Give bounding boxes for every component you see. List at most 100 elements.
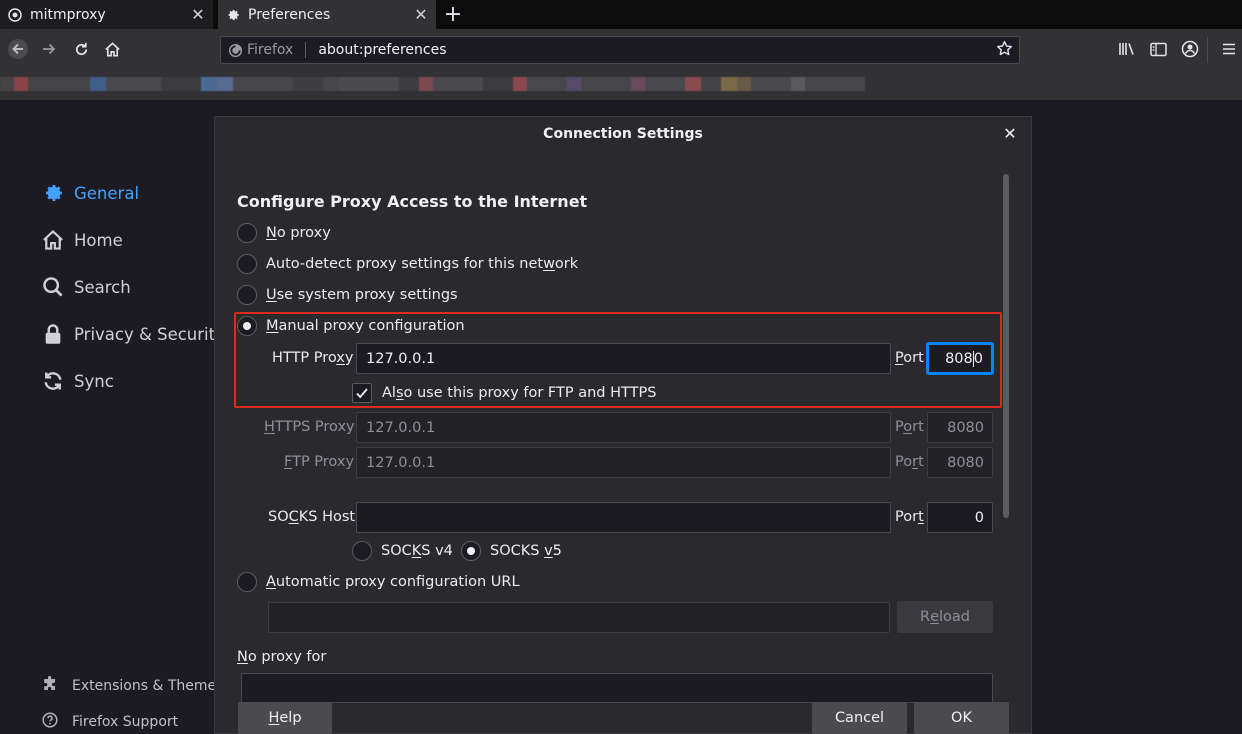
bookmarks-toolbar <box>0 69 1242 100</box>
sync-icon <box>40 368 66 394</box>
radio-button[interactable] <box>352 541 372 561</box>
hamburger-icon <box>1223 43 1235 55</box>
reload-button[interactable] <box>67 35 95 63</box>
radio-auto-proxy-url[interactable]: Automatic proxy configuration URL <box>237 572 520 592</box>
http-proxy-label: HTTP Proxy <box>272 350 354 366</box>
https-port-label: Port <box>895 419 924 435</box>
radio-label: No proxy <box>266 225 331 241</box>
close-tab-icon[interactable]: ✕ <box>187 5 209 24</box>
tab-strip: mitmproxy ✕ Preferences ✕ + <box>0 0 1242 29</box>
section-title: Configure Proxy Access to the Internet <box>237 192 588 211</box>
radio-button[interactable] <box>237 223 257 243</box>
help-button[interactable]: Help <box>238 702 332 734</box>
ftp-proxy-input[interactable]: 127.0.0.1 <box>356 447 891 478</box>
radio-label: Automatic proxy configuration URL <box>266 574 520 590</box>
new-tab-button[interactable]: + <box>441 0 465 29</box>
sidebar-icon <box>1149 42 1167 56</box>
tab-label: Preferences <box>248 6 331 23</box>
no-proxy-for-label: No proxy for <box>237 649 327 665</box>
https-proxy-label: HTTPS Proxy <box>264 419 355 435</box>
bookmark-star-icon[interactable] <box>996 40 1013 61</box>
ftp-port-label: Port <box>895 454 924 470</box>
socks-port-label: Port <box>895 509 924 525</box>
puzzle-icon <box>42 675 58 696</box>
checkbox[interactable] <box>352 383 372 403</box>
tab-label: mitmproxy <box>30 6 106 23</box>
socks-port-input[interactable]: 0 <box>927 502 993 533</box>
home-icon <box>40 227 66 253</box>
sidebar-item-privacy-security[interactable]: Privacy & Security <box>40 321 225 347</box>
no-proxy-for-input[interactable] <box>241 673 993 703</box>
forward-button[interactable] <box>35 35 63 63</box>
blurred-bookmarks <box>0 77 990 91</box>
toolbar-separator <box>1207 37 1208 63</box>
url-bar[interactable]: Firefox about:preferences <box>220 36 1020 64</box>
sidebar-item-search[interactable]: Search <box>40 274 131 300</box>
home-icon <box>104 41 120 56</box>
sidebar-firefox-support[interactable]: Firefox Support <box>42 712 178 732</box>
http-proxy-input[interactable]: 127.0.0.1 <box>356 343 891 374</box>
tab-preferences[interactable]: Preferences ✕ <box>218 0 436 29</box>
reload-button[interactable]: Re load <box>897 601 993 633</box>
menu-button[interactable] <box>1215 35 1242 63</box>
radio-button[interactable] <box>237 285 257 305</box>
close-tab-icon[interactable]: ✕ <box>410 5 432 24</box>
radio-label: SOCKS v4 <box>381 543 453 559</box>
back-button[interactable] <box>4 35 32 63</box>
radio-button[interactable] <box>237 254 257 274</box>
radio-no-proxy[interactable]: No proxy <box>237 223 331 243</box>
ftp-port-input[interactable]: 8080 <box>927 447 993 478</box>
library-icon <box>1119 43 1134 55</box>
identity-separator <box>305 42 307 58</box>
checkmark-icon <box>356 388 368 399</box>
account-icon <box>1181 40 1199 58</box>
dialog-title: Connection Settings <box>543 126 703 142</box>
gear-icon <box>40 180 66 206</box>
help-icon <box>42 712 58 732</box>
dialog-scrollbar[interactable] <box>1003 174 1009 518</box>
radio-socks-v5[interactable]: SOCKS v5 <box>461 541 562 561</box>
cancel-button[interactable]: Cancel <box>812 702 907 734</box>
socks-host-label: SOCKS Host <box>268 509 356 525</box>
identity-box[interactable]: Firefox <box>228 42 293 58</box>
radio-label: Use system proxy settings <box>266 287 458 303</box>
url-input[interactable]: about:preferences <box>318 42 996 58</box>
sidebar-toggle-button[interactable] <box>1144 35 1172 63</box>
home-button[interactable] <box>98 35 126 63</box>
sidebar-item-home[interactable]: Home <box>40 227 123 253</box>
gear-icon <box>226 8 240 22</box>
back-arrow-icon <box>8 39 28 59</box>
library-button[interactable] <box>1113 35 1141 63</box>
sidebar-item-sync[interactable]: Sync <box>40 368 114 394</box>
https-port-input[interactable]: 8080 <box>927 412 993 443</box>
radio-socks-v4[interactable]: SOCKS v4 <box>352 541 453 561</box>
also-use-proxy-checkbox-row[interactable]: Also use this proxy for FTP and HTTPS <box>352 383 656 403</box>
radio-button[interactable] <box>461 541 481 561</box>
sidebar-item-general[interactable]: General <box>40 180 139 206</box>
sidebar-item-label: Search <box>74 277 131 297</box>
account-button[interactable] <box>1176 35 1204 63</box>
http-port-input[interactable]: 808 0 <box>927 343 993 374</box>
tab-mitmproxy[interactable]: mitmproxy ✕ <box>0 0 214 29</box>
checkbox-label: Also use this proxy for FTP and HTTPS <box>382 385 657 401</box>
forward-arrow-icon <box>43 43 56 55</box>
search-icon <box>40 274 66 300</box>
close-icon[interactable]: ✕ <box>1001 124 1019 143</box>
auto-proxy-url-input[interactable] <box>268 602 890 633</box>
radio-label: Auto-detect proxy settings for this netw… <box>266 256 579 272</box>
reload-icon <box>75 42 87 55</box>
sidebar-extensions-themes[interactable]: Extensions & Themes <box>42 675 224 696</box>
radio-system-proxy[interactable]: Use system proxy settings <box>237 285 458 305</box>
lock-icon <box>40 321 66 347</box>
sidebar-item-label: Privacy & Security <box>74 324 225 344</box>
ftp-proxy-label: FTP Proxy <box>284 454 355 470</box>
firefox-icon <box>228 43 243 57</box>
sidebar-item-label: Extensions & Themes <box>72 678 224 694</box>
socks-host-input[interactable] <box>356 502 891 533</box>
radio-button[interactable] <box>237 572 257 592</box>
radio-auto-detect[interactable]: Auto-detect proxy settings for this netw… <box>237 254 578 274</box>
sidebar-item-label: General <box>74 183 140 203</box>
radio-label: SOCKS v5 <box>490 543 562 559</box>
https-proxy-input[interactable]: 127.0.0.1 <box>356 412 891 443</box>
ok-button[interactable]: OK <box>914 702 1009 734</box>
